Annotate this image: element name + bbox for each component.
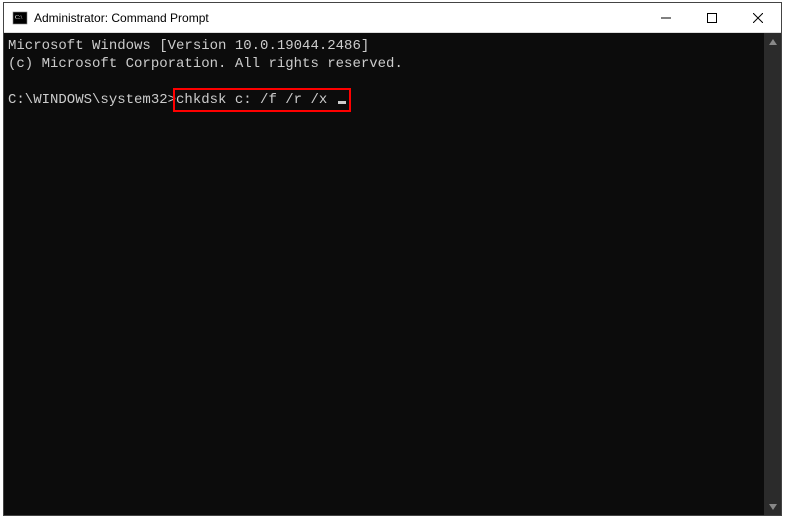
terminal-area: Microsoft Windows [Version 10.0.19044.24… (4, 33, 781, 515)
command-text: chkdsk c: /f /r /x (176, 92, 336, 108)
app-icon: C:\ (12, 10, 28, 26)
copyright-line: (c) Microsoft Corporation. All rights re… (8, 56, 403, 72)
titlebar[interactable]: C:\ Administrator: Command Prompt (4, 3, 781, 33)
maximize-button[interactable] (689, 3, 735, 32)
window-title: Administrator: Command Prompt (34, 11, 643, 25)
command-prompt-window: C:\ Administrator: Command Prompt Micros… (3, 2, 782, 516)
scrollbar-track-space[interactable] (764, 50, 781, 498)
version-line: Microsoft Windows [Version 10.0.19044.24… (8, 38, 369, 54)
minimize-button[interactable] (643, 3, 689, 32)
scroll-up-icon[interactable] (764, 33, 781, 50)
window-controls (643, 3, 781, 32)
close-button[interactable] (735, 3, 781, 32)
prompt-text: C:\WINDOWS\system32> (8, 92, 176, 108)
scroll-down-icon[interactable] (764, 498, 781, 515)
svg-text:C:\: C:\ (15, 15, 23, 21)
command-highlight-box: chkdsk c: /f /r /x (173, 88, 351, 112)
text-cursor (338, 101, 346, 104)
vertical-scrollbar[interactable] (764, 33, 781, 515)
terminal[interactable]: Microsoft Windows [Version 10.0.19044.24… (4, 33, 764, 515)
